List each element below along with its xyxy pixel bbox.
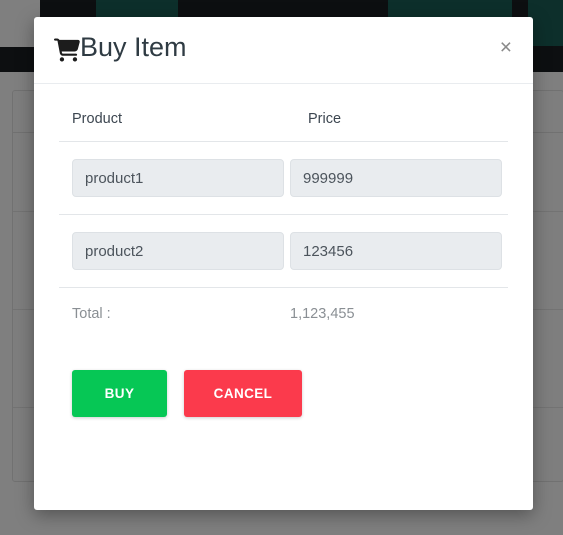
cancel-button[interactable]: CANCEL — [184, 370, 302, 417]
product-name-input-2[interactable] — [72, 232, 284, 270]
column-header-price: Price — [308, 111, 342, 127]
total-value: 1,123,455 — [290, 306, 355, 322]
modal-title: Buy Item — [54, 32, 187, 62]
shopping-cart-icon — [54, 37, 80, 62]
table-row — [54, 142, 513, 214]
buy-item-modal: Buy Item × Product Price product1 999999… — [34, 17, 533, 510]
product-cell — [54, 232, 290, 270]
total-row: Total : 1,123,455 — [54, 288, 513, 322]
close-icon[interactable]: × — [496, 35, 516, 60]
buy-button[interactable]: BUY — [72, 370, 167, 417]
modal-header: Buy Item × — [34, 17, 533, 84]
product-cell — [54, 159, 290, 197]
product-price-input-2[interactable] — [290, 232, 502, 270]
modal-actions: BUY CANCEL — [54, 322, 513, 417]
table-row — [54, 215, 513, 287]
modal-title-text: Buy Item — [80, 32, 187, 62]
price-cell — [290, 159, 513, 197]
table-column-headers: Product Price — [54, 106, 513, 141]
product-name-input-1[interactable] — [72, 159, 284, 197]
product-price-input-1[interactable] — [290, 159, 502, 197]
modal-body: Product Price Total : 1,123,455 — [34, 84, 533, 417]
column-header-product: Product — [72, 111, 122, 127]
total-label: Total : — [72, 306, 111, 322]
price-cell — [290, 232, 513, 270]
